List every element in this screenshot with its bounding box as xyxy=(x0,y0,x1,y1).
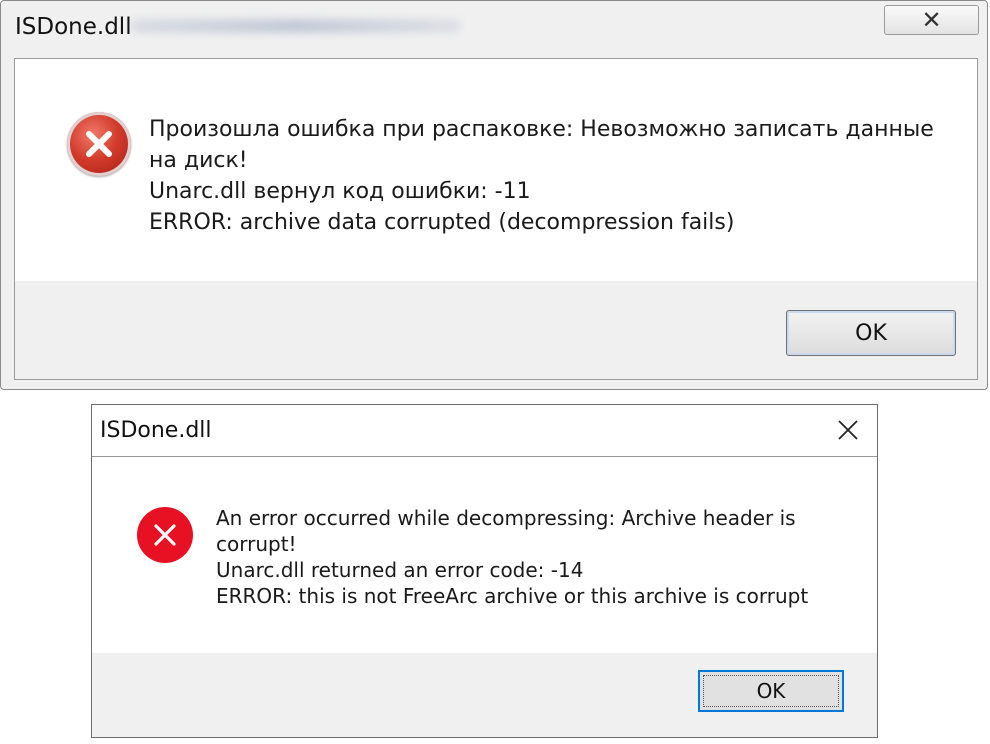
message-area: An error occurred while decompressing: A… xyxy=(92,457,877,653)
error-icon xyxy=(137,507,193,563)
message-line: Unarc.dll вернул код ошибки: -11 xyxy=(149,179,531,204)
dialog-client-area: Произошла ошибка при распаковке: Невозмо… xyxy=(14,58,978,380)
message-area: Произошла ошибка при распаковке: Невозмо… xyxy=(15,59,977,281)
message-line: ERROR: archive data corrupted (decompres… xyxy=(149,210,735,235)
focus-rectangle xyxy=(703,675,839,707)
title-bar[interactable]: ISDone.dll xyxy=(92,405,877,457)
message-line: Произошла ошибка при распаковке: Невозмо… xyxy=(149,117,934,142)
message-line: на диск! xyxy=(149,148,248,173)
title-bar[interactable]: ISDone.dll ✕ xyxy=(1,1,987,56)
error-icon xyxy=(67,112,131,176)
blurred-background-text xyxy=(131,19,461,33)
message-line: ERROR: this is not FreeArc archive or th… xyxy=(216,584,809,608)
ok-button[interactable]: OK xyxy=(786,310,956,356)
close-icon xyxy=(838,420,858,440)
message-line: An error occurred while decompressing: A… xyxy=(216,506,796,530)
error-dialog-en: ISDone.dll An error occurred while decom… xyxy=(91,404,878,738)
close-button[interactable]: ✕ xyxy=(884,5,979,35)
close-icon: ✕ xyxy=(921,6,942,34)
error-message: An error occurred while decompressing: A… xyxy=(216,505,856,609)
button-bar: OK xyxy=(92,653,877,737)
error-message: Произошла ошибка при распаковке: Невозмо… xyxy=(149,114,939,238)
message-line: Unarc.dll returned an error code: -14 xyxy=(216,558,584,582)
dialog-title: ISDone.dll xyxy=(100,418,212,443)
error-dialog-ru: ISDone.dll ✕ Произошла ошибка при распак… xyxy=(0,0,988,390)
close-button[interactable] xyxy=(833,415,863,445)
message-line: corrupt! xyxy=(216,532,297,556)
dialog-title: ISDone.dll xyxy=(15,14,132,40)
ok-button[interactable]: OK xyxy=(698,670,844,712)
